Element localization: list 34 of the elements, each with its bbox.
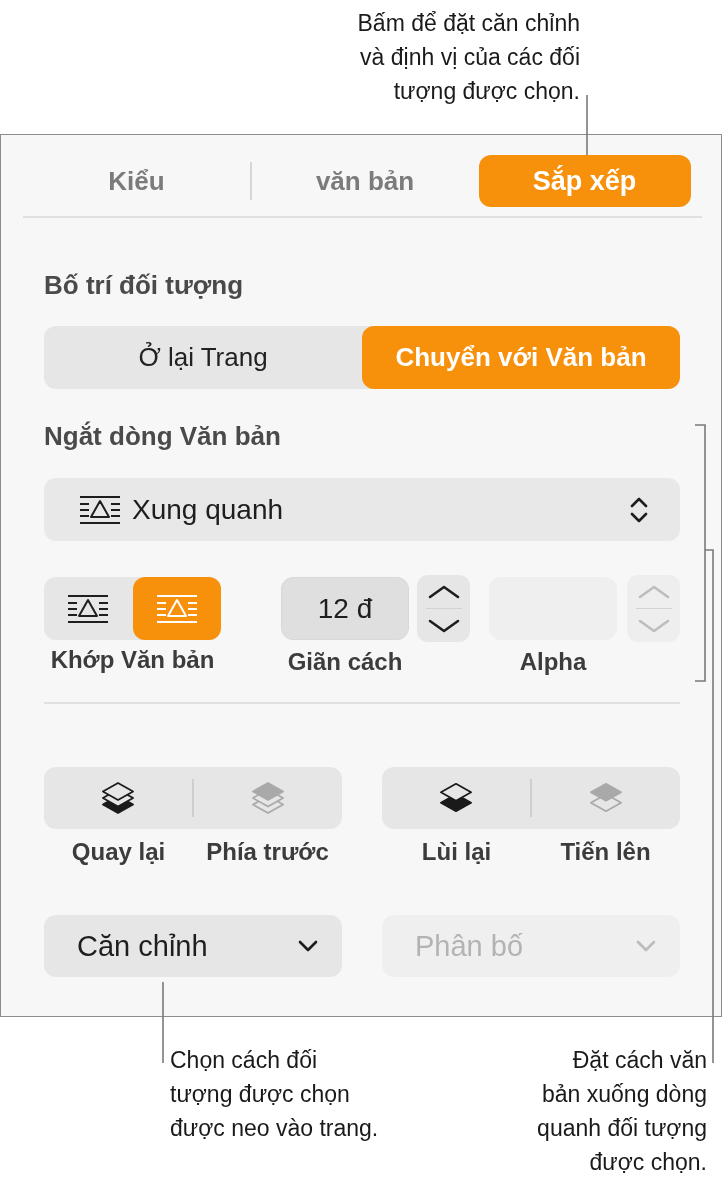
- callout-text: Chọn cách đối tượng được chọn được neo vào trang.: [170, 1046, 379, 1143]
- segment-option[interactable]: Chuyển với Văn bản: [362, 326, 680, 389]
- callout-text: Đặt cách văn bản xuống dòng quanh đối tượng được chọn.: [537, 1046, 707, 1177]
- callout-text: Bấm để đặt căn chỉnh và định vị của các đối tượng được chọn.: [357, 9, 580, 106]
- section-heading: Ngắt dòng Văn bản: [44, 420, 282, 452]
- text-wrap-icon: [156, 593, 197, 624]
- text-wrap-icon: [80, 494, 120, 525]
- chevron-down-icon: [636, 940, 656, 952]
- control-label: Lùi lại: [420, 837, 493, 867]
- control-label: Tiến lên: [559, 837, 652, 867]
- stepper[interactable]: [417, 575, 470, 642]
- stacked-layers-icon: [250, 780, 285, 816]
- text-wrap-icon: [68, 593, 109, 624]
- chevron-down-icon: [637, 618, 670, 633]
- tab[interactable]: Sắp xếp: [478, 155, 691, 207]
- control-label: Quay lại: [70, 837, 167, 867]
- dropdown-menu[interactable]: Căn chỉnh: [44, 915, 342, 977]
- chevron-up-icon: [427, 584, 460, 599]
- tab[interactable]: văn bản: [251, 155, 479, 207]
- wrap-style-dropdown[interactable]: Xung quanh: [44, 478, 680, 541]
- chevron-up-icon: [637, 584, 670, 599]
- stacked-layers-icon: [101, 780, 136, 816]
- leader-line: [586, 94, 588, 156]
- segment-option[interactable]: Ở lại Trang: [44, 326, 362, 389]
- section-heading: Bố trí đối tượng: [44, 269, 245, 301]
- tab[interactable]: Kiểu: [23, 155, 250, 207]
- chevron-down-icon: [298, 940, 318, 952]
- spacing-field[interactable]: 12 đ: [281, 577, 409, 640]
- up-down-chevron-icon: [630, 495, 648, 524]
- chevron-down-icon: [427, 618, 460, 633]
- control-label: Khớp Văn bản: [50, 645, 215, 675]
- control-label: Alpha: [518, 647, 588, 677]
- control-label: Phía trước: [205, 837, 330, 867]
- control-label: Giãn cách: [286, 647, 404, 677]
